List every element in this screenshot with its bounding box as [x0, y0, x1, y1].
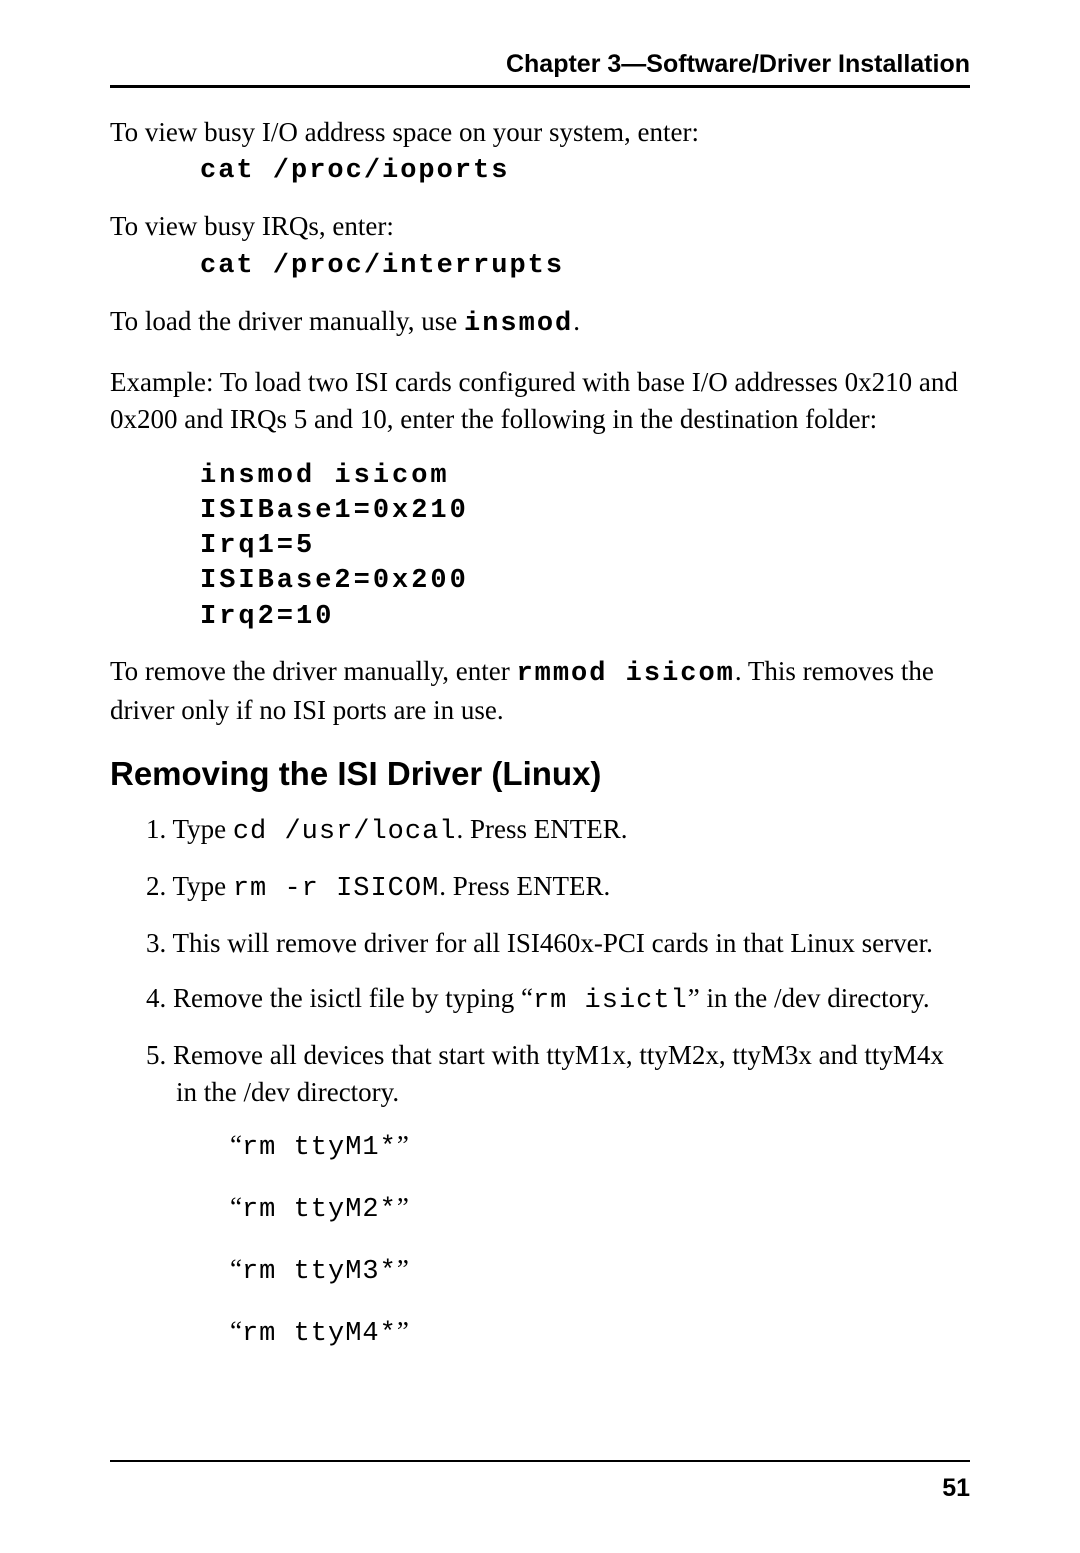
view-irqs-text: To view busy IRQs, enter: [110, 208, 970, 244]
rm-ttym3-closequote: ” [397, 1254, 409, 1284]
rm-ttym2-openquote: “ [230, 1192, 242, 1222]
code-line-3: Irq1=5 [200, 529, 970, 564]
step-4-prefix: 4. Remove the isictl file by typing “ [146, 983, 533, 1013]
step-2-cmd: rm -r ISICOM [233, 874, 439, 904]
step-4: 4. Remove the isictl file by typing “rm … [170, 980, 970, 1019]
rm-ttym1-closequote: ” [397, 1130, 409, 1160]
step-5: 5. Remove all devices that start with tt… [170, 1037, 970, 1110]
step-1-suffix: . Press ENTER. [457, 814, 628, 844]
rm-ttym4-openquote: “ [230, 1316, 242, 1346]
view-ioports-text: To view busy I/O address space on your s… [110, 114, 970, 150]
remove-driver-prefix: To remove the driver manually, enter [110, 656, 516, 686]
step-1: 1. Type cd /usr/local. Press ENTER. [170, 811, 970, 850]
rm-ttym2: “rm ttyM2*” [230, 1190, 970, 1228]
chapter-header: Chapter 3—Software/Driver Installation [110, 50, 970, 88]
insmod-code-block: insmod isicom ISIBase1=0x210 Irq1=5 ISIB… [200, 459, 970, 634]
rmmod-cmd: rmmod isicom [516, 659, 734, 689]
rm-ttym2-closequote: ” [397, 1192, 409, 1222]
code-line-4: ISIBase2=0x200 [200, 564, 970, 599]
step-1-prefix: 1. Type [146, 814, 233, 844]
remove-driver-text: To remove the driver manually, enter rmm… [110, 653, 970, 729]
code-line-5: Irq2=10 [200, 600, 970, 635]
step-4-suffix: ” in the /dev directory. [688, 983, 930, 1013]
code-line-2: ISIBase1=0x210 [200, 494, 970, 529]
insmod-cmd: insmod [464, 309, 573, 339]
section-heading: Removing the ISI Driver (Linux) [110, 755, 970, 793]
rm-ttym1: “rm ttyM1*” [230, 1128, 970, 1166]
step-2-prefix: 2. Type [146, 871, 233, 901]
step-2-suffix: . Press ENTER. [439, 871, 610, 901]
rm-ttym1-openquote: “ [230, 1130, 242, 1160]
page-number: 51 [942, 1474, 970, 1502]
rm-ttym1-cmd: rm ttyM1* [242, 1133, 397, 1163]
view-ioports-cmd: cat /proc/ioports [200, 156, 970, 186]
example-text: Example: To load two ISI cards configure… [110, 364, 970, 437]
load-driver-suffix: . [573, 306, 580, 336]
rm-ttym4-closequote: ” [397, 1316, 409, 1346]
rm-commands: “rm ttyM1*” “rm ttyM2*” “rm ttyM3*” “rm … [230, 1128, 970, 1352]
steps-list: 1. Type cd /usr/local. Press ENTER. 2. T… [110, 811, 970, 1111]
code-line-1: insmod isicom [200, 459, 970, 494]
load-driver-text: To load the driver manually, use insmod. [110, 303, 970, 342]
rm-ttym3-cmd: rm ttyM3* [242, 1257, 397, 1287]
page-footer: 51 [110, 1460, 970, 1503]
rm-ttym2-cmd: rm ttyM2* [242, 1195, 397, 1225]
rm-ttym4: “rm ttyM4*” [230, 1314, 970, 1352]
step-2: 2. Type rm -r ISICOM. Press ENTER. [170, 868, 970, 907]
step-1-cmd: cd /usr/local [233, 817, 457, 847]
rm-ttym3: “rm ttyM3*” [230, 1252, 970, 1290]
step-3: 3. This will remove driver for all ISI46… [170, 925, 970, 961]
step-4-cmd: rm isictl [533, 986, 688, 1016]
rm-ttym3-openquote: “ [230, 1254, 242, 1284]
rm-ttym4-cmd: rm ttyM4* [242, 1319, 397, 1349]
load-driver-prefix: To load the driver manually, use [110, 306, 464, 336]
view-irqs-cmd: cat /proc/interrupts [200, 251, 970, 281]
